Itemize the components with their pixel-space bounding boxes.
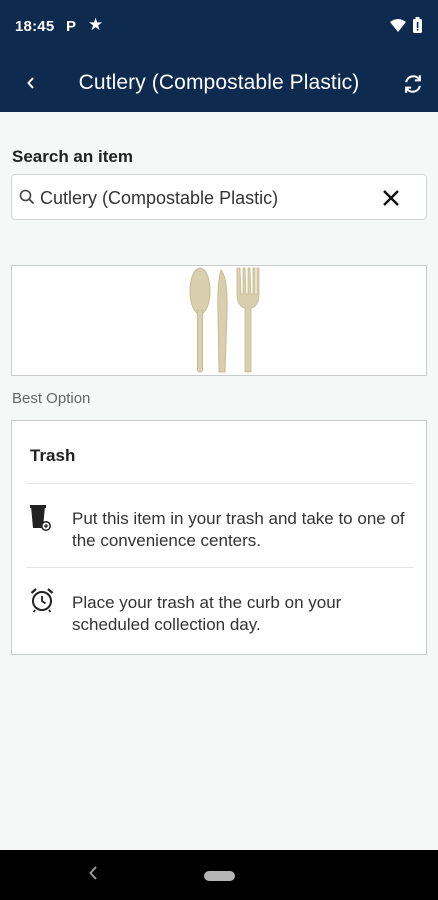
app-bar: Cutlery (Compostable Plastic) <box>0 54 438 112</box>
star-notification-icon: ★ <box>88 15 104 34</box>
search-icon <box>19 189 35 210</box>
item-image-box <box>11 265 427 376</box>
disposal-option-card: Trash Put this item in your trash and ta… <box>11 420 427 655</box>
battery-icon <box>413 17 422 38</box>
trash-can-icon <box>29 504 53 537</box>
nav-back-icon[interactable] <box>88 865 98 886</box>
alarm-clock-icon <box>29 587 55 618</box>
status-bar: 18:45 P ★ <box>0 0 438 54</box>
cutlery-icon <box>189 267 260 373</box>
clear-search-button[interactable] <box>378 185 404 211</box>
refresh-icon <box>405 75 421 93</box>
option-title: Trash <box>30 446 76 465</box>
search-input[interactable] <box>40 185 370 211</box>
page-title: Cutlery (Compostable Plastic) <box>78 71 360 94</box>
search-box[interactable] <box>11 174 427 220</box>
status-time: 18:45 <box>15 18 55 35</box>
step-1-text: Put this item in your trash and take to … <box>72 509 405 550</box>
divider <box>26 483 414 484</box>
step-2-text: Place your trash at the curb on your sch… <box>72 593 342 634</box>
best-option-label: Best Option <box>12 390 91 407</box>
nav-home-pill[interactable] <box>204 871 235 881</box>
parking-notification-icon: P <box>66 18 77 35</box>
refresh-button[interactable] <box>399 70 427 98</box>
search-label: Search an item <box>12 147 133 166</box>
wifi-icon <box>390 19 406 37</box>
divider <box>26 567 414 568</box>
system-nav-bar <box>0 850 438 900</box>
close-icon <box>383 190 399 206</box>
